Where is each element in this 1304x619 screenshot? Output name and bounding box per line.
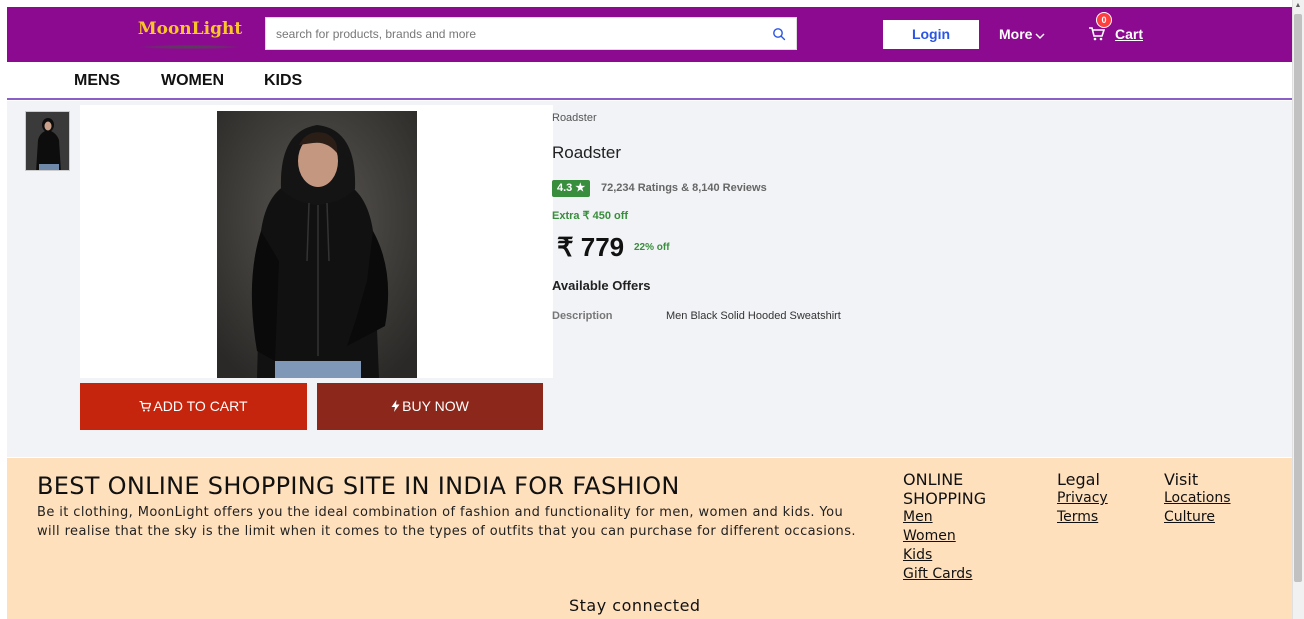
rating-value: 4.3	[557, 182, 573, 194]
footer-link-kids[interactable]: Kids	[903, 546, 1033, 565]
description-value: Men Black Solid Hooded Sweatshirt	[666, 310, 841, 322]
ratings-reviews-count: 72,234 Ratings & 8,140 Reviews	[601, 182, 767, 194]
footer-link-terms[interactable]: Terms	[1057, 508, 1147, 527]
search-box	[265, 17, 797, 50]
main-image-container	[80, 105, 553, 378]
footer-heading-legal: Legal	[1057, 470, 1100, 489]
cart-link[interactable]: 0 Cart	[1088, 12, 1158, 49]
footer-link-culture[interactable]: Culture	[1164, 508, 1274, 527]
scrollbar-thumb[interactable]	[1294, 14, 1302, 582]
nav-item-mens[interactable]: MENS	[74, 72, 120, 90]
product-price: ₹ 779	[557, 232, 625, 262]
search-icon[interactable]	[772, 27, 786, 41]
nav-item-women[interactable]: WOMEN	[161, 72, 224, 90]
footer-link-locations[interactable]: Locations	[1164, 489, 1274, 508]
more-label: More	[999, 26, 1033, 42]
available-offers-heading: Available Offers	[552, 278, 651, 293]
header-bar: MoonLight Login More 0 Cart	[7, 7, 1292, 62]
scroll-up-arrow-icon[interactable]: ▲	[1294, 2, 1302, 10]
footer-link-privacy[interactable]: Privacy	[1057, 489, 1147, 508]
brand-breadcrumb[interactable]: Roadster	[552, 112, 597, 124]
logo-underline	[140, 45, 240, 49]
stay-connected-heading: Stay connected	[569, 596, 701, 615]
cart-icon	[1088, 27, 1106, 41]
footer: BEST ONLINE SHOPPING SITE IN INDIA FOR F…	[7, 458, 1292, 619]
buy-now-label: BUY NOW	[402, 398, 469, 414]
extra-off-text: Extra ₹ 450 off	[552, 210, 629, 222]
add-to-cart-label: ADD TO CART	[153, 398, 248, 414]
footer-heading-visit: Visit	[1164, 470, 1199, 489]
rating-badge: 4.3 ★	[552, 180, 591, 197]
description-label: Description	[552, 310, 613, 322]
discount-percent: 22% off	[634, 242, 670, 253]
footer-title: BEST ONLINE SHOPPING SITE IN INDIA FOR F…	[37, 472, 680, 500]
footer-column-online-shopping: ONLINE SHOPPING Men Women Kids Gift Card…	[903, 470, 1033, 584]
cart-count-badge: 0	[1096, 12, 1112, 28]
footer-heading-online-shopping: ONLINE SHOPPING	[903, 470, 987, 508]
footer-column-visit: Visit Locations Culture	[1164, 470, 1274, 527]
product-image[interactable]	[217, 111, 417, 378]
product-title: Roadster	[552, 143, 621, 162]
cart-label: Cart	[1115, 26, 1144, 42]
chevron-down-icon	[1035, 27, 1045, 43]
search-input[interactable]	[266, 18, 766, 49]
product-section: ADD TO CART BUY NOW Roadster Roadster 4.…	[7, 101, 1292, 457]
more-menu[interactable]: More	[999, 26, 1045, 43]
category-nav: MENS WOMEN KIDS	[7, 62, 1292, 100]
footer-link-men[interactable]: Men	[903, 508, 1033, 527]
logo[interactable]: MoonLight	[126, 19, 254, 51]
footer-link-women[interactable]: Women	[903, 527, 1033, 546]
cart-icon	[139, 384, 152, 431]
login-button[interactable]: Login	[883, 20, 979, 49]
footer-link-gift-cards[interactable]: Gift Cards	[903, 565, 1033, 584]
add-to-cart-button[interactable]: ADD TO CART	[80, 383, 307, 430]
page-scrollbar[interactable]: ▲	[1292, 0, 1304, 619]
star-icon: ★	[575, 182, 586, 194]
logo-text: MoonLight	[137, 19, 243, 39]
footer-column-legal: Legal Privacy Terms	[1057, 470, 1147, 527]
footer-paragraph: Be it clothing, MoonLight offers you the…	[37, 505, 856, 539]
product-thumbnail[interactable]	[25, 111, 70, 171]
buy-now-button[interactable]: BUY NOW	[317, 383, 543, 430]
lightning-icon	[391, 384, 400, 431]
top-strip	[0, 0, 1304, 7]
nav-item-kids[interactable]: KIDS	[264, 72, 302, 90]
